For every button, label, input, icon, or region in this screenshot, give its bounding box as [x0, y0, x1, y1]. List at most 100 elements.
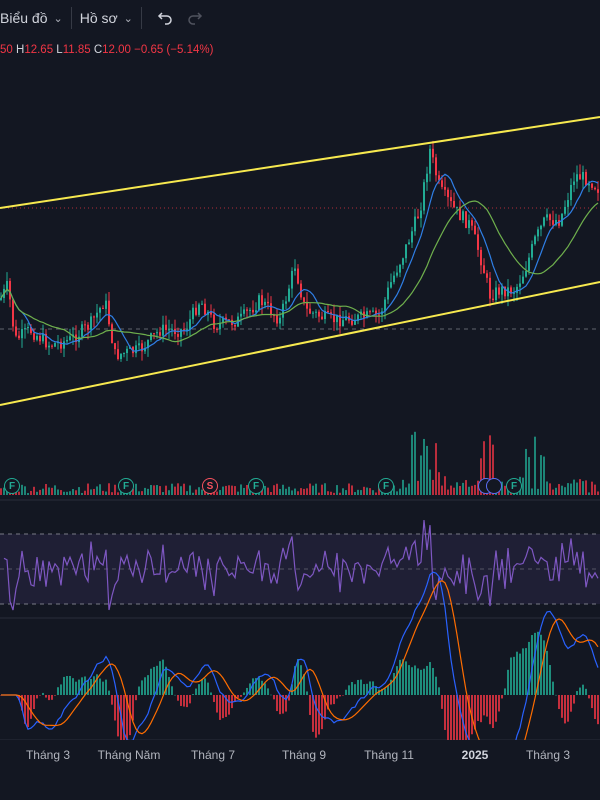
volume-bar	[468, 486, 470, 495]
profile-menu-button[interactable]: Hồ sơ ⌄	[72, 0, 141, 36]
volume-bar	[366, 487, 368, 495]
macd-histogram-bar	[357, 679, 359, 695]
volume-bar	[540, 455, 542, 495]
dividend-event-marker[interactable]: F	[378, 478, 394, 494]
time-axis: Tháng 3 Tháng Năm Tháng 7 Tháng 9 Tháng 11 20…	[0, 740, 600, 770]
candle-body	[159, 332, 161, 336]
volume-bar	[570, 483, 572, 495]
time-axis-label: Tháng Năm	[97, 748, 161, 762]
candle-body	[123, 353, 125, 355]
chevron-down-icon: ⌄	[123, 12, 133, 25]
macd-histogram-bar	[60, 684, 62, 695]
candle-body	[165, 324, 167, 330]
volume-bar	[90, 489, 92, 495]
volume-bar	[72, 489, 74, 495]
candle-body	[486, 273, 488, 278]
volume-bar	[345, 490, 347, 495]
volume-bar	[63, 491, 65, 495]
dividend-event-marker[interactable]: F	[118, 478, 134, 494]
volume-bar	[153, 485, 155, 495]
macd-histogram-bar	[102, 681, 104, 695]
candle-body	[156, 332, 158, 334]
macd-histogram-bar	[363, 684, 365, 695]
macd-histogram-bar	[186, 695, 188, 708]
macd-histogram-bar	[459, 695, 461, 740]
chart-menu-button[interactable]: Biểu đồ ⌄	[0, 0, 71, 36]
undo-button[interactable]	[150, 3, 180, 33]
candle-body	[579, 174, 581, 180]
chevron-down-icon: ⌄	[53, 12, 63, 25]
volume-bar	[585, 480, 587, 495]
candle-body	[426, 173, 428, 183]
candle-body	[351, 320, 353, 325]
candle-body	[270, 303, 272, 316]
candle-body	[387, 287, 389, 300]
macd-histogram-bar	[588, 695, 590, 699]
dividend-event-marker[interactable]: F	[248, 478, 264, 494]
volume-bar	[444, 476, 446, 495]
volume-bar	[168, 490, 170, 495]
volume-bar	[441, 485, 443, 495]
volume-bar	[588, 492, 590, 495]
macd-histogram-bar	[396, 666, 398, 695]
top-toolbar: Biểu đồ ⌄ Hồ sơ ⌄	[0, 0, 600, 36]
event-marker[interactable]	[486, 478, 502, 494]
candle-body	[81, 324, 83, 337]
volume-bar	[543, 456, 545, 495]
volume-bar	[69, 491, 71, 495]
candle-body	[378, 314, 380, 316]
volume-bar	[48, 487, 50, 495]
candle-body	[396, 272, 398, 276]
macd-histogram-bar	[93, 676, 95, 695]
macd-histogram-bar	[441, 695, 443, 709]
volume-bar	[150, 484, 152, 495]
redo-button[interactable]	[180, 3, 210, 33]
volume-bar	[414, 431, 416, 495]
split-event-marker[interactable]: S	[202, 478, 218, 494]
volume-bar	[549, 483, 551, 495]
macd-histogram-bar	[483, 695, 485, 716]
volume-bar	[54, 485, 56, 495]
macd-histogram-bar	[111, 695, 113, 705]
volume-bar	[315, 483, 317, 495]
macd-histogram-bar	[447, 695, 449, 740]
volume-bar	[546, 481, 548, 495]
volume-bar	[309, 483, 311, 495]
candle-body	[291, 270, 293, 289]
macd-histogram-bar	[594, 695, 596, 720]
volume-bar	[138, 491, 140, 495]
candle-body	[420, 210, 422, 219]
price-chart[interactable]	[0, 36, 600, 740]
redo-icon	[188, 12, 202, 25]
macd-histogram-bar	[591, 695, 593, 709]
dividend-event-marker[interactable]: F	[506, 478, 522, 494]
volume-bar	[39, 489, 41, 495]
candle-body	[117, 349, 119, 360]
candle-body	[150, 333, 152, 341]
macd-histogram-bar	[48, 695, 50, 701]
candle-body	[450, 197, 452, 202]
candle-body	[15, 326, 17, 336]
macd-histogram-bar	[171, 686, 173, 695]
dividend-event-marker[interactable]: F	[4, 478, 20, 494]
candle-body	[417, 216, 419, 219]
macd-histogram-bar	[72, 678, 74, 695]
candle-body	[414, 216, 416, 232]
volume-bar	[111, 492, 113, 495]
volume-bar	[30, 490, 32, 495]
volume-bar	[417, 480, 419, 495]
candle-body	[501, 286, 503, 295]
macd-histogram-bar	[150, 668, 152, 695]
macd-histogram-bar	[489, 695, 491, 725]
macd-histogram-bar	[567, 695, 569, 722]
volume-bar	[525, 448, 527, 495]
volume-bar	[105, 491, 107, 495]
macd-histogram-bar	[549, 665, 551, 695]
volume-bar	[576, 482, 578, 495]
candle-body	[321, 316, 323, 320]
signal-line	[1, 580, 599, 740]
volume-bar	[555, 487, 557, 495]
volume-bar	[330, 491, 332, 495]
candle-body	[540, 225, 542, 230]
macd-histogram-bar	[414, 665, 416, 695]
